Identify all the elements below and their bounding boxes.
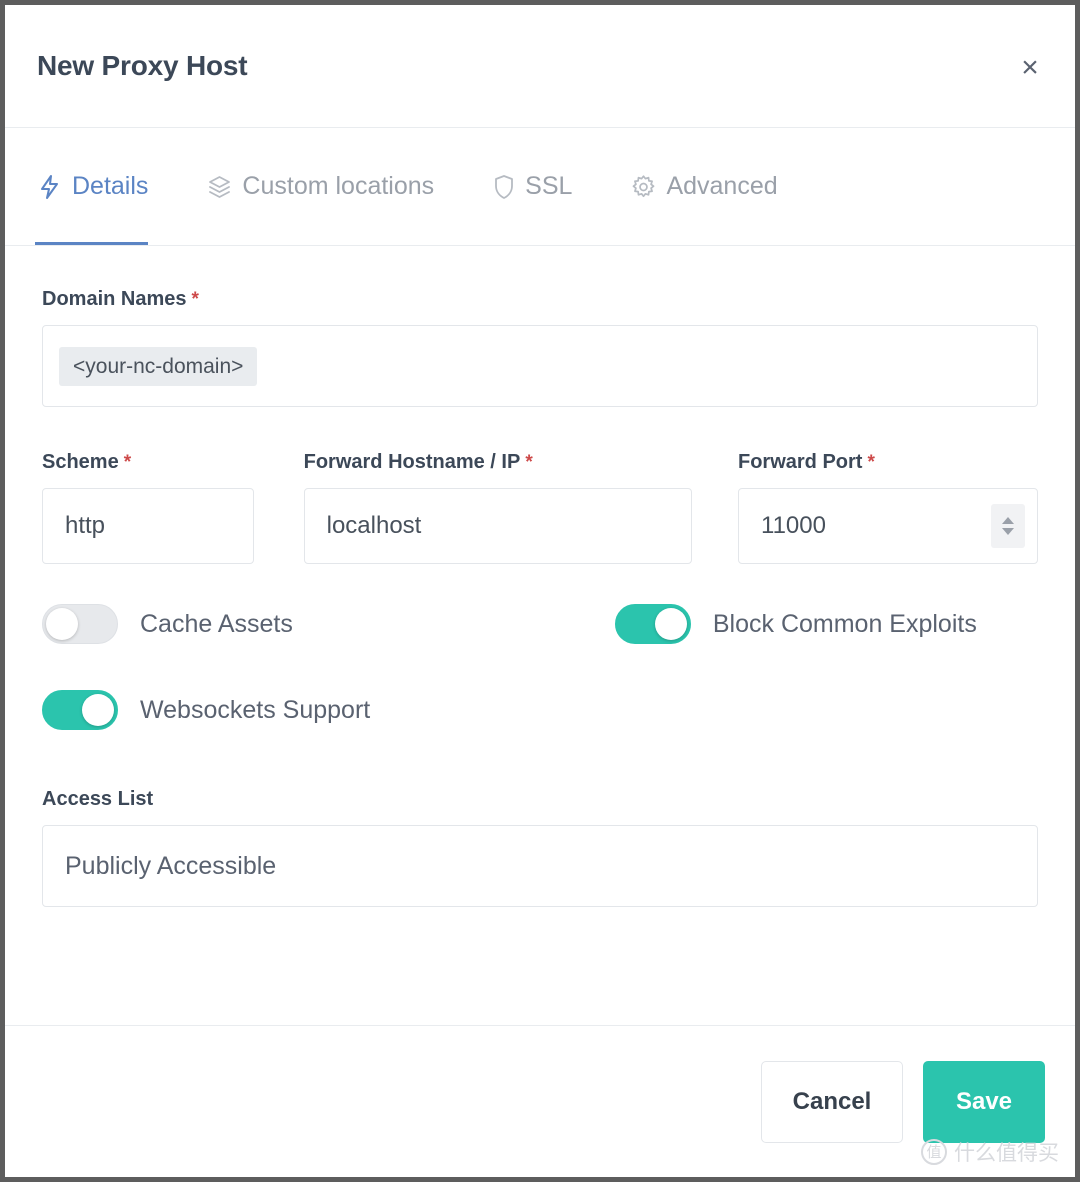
required-asterisk: * (867, 452, 875, 473)
scheme-label: Scheme * (42, 451, 304, 474)
field-forward-hostname: Forward Hostname / IP * localhost (303, 451, 738, 564)
number-stepper[interactable] (991, 504, 1025, 548)
toggle-group: Cache Assets Block Common Exploits Webso… (42, 604, 1038, 730)
chevron-up-icon[interactable] (1002, 517, 1014, 524)
chevron-down-icon[interactable] (1002, 528, 1014, 535)
toggle-row-1: Cache Assets Block Common Exploits (42, 604, 1038, 644)
layers-icon (207, 174, 232, 200)
tab-custom-locations-label: Custom locations (242, 172, 435, 200)
access-list-label-text: Access List (42, 788, 154, 810)
field-access-list: Access List Publicly Accessible (42, 788, 1038, 907)
field-domain-names: Domain Names * <your-nc-domain> (42, 288, 1038, 407)
block-common-exploits-label: Block Common Exploits (712, 609, 977, 638)
forward-port-label-text: Forward Port (738, 451, 863, 473)
tab-custom-locations[interactable]: Custom locations (204, 128, 462, 245)
tab-details[interactable]: Details (35, 128, 176, 245)
modal-header: New Proxy Host × (5, 5, 1075, 128)
forward-port-label: Forward Port * (738, 451, 1038, 474)
toggle-websockets-support[interactable]: Websockets Support (42, 690, 370, 730)
scheme-value: http (65, 512, 106, 539)
required-asterisk: * (123, 452, 132, 473)
page-title: New Proxy Host (37, 50, 248, 81)
switch-knob (46, 608, 78, 640)
domain-tag[interactable]: <your-nc-domain> (59, 346, 258, 386)
tab-advanced[interactable]: Advanced (628, 128, 805, 245)
toggle-block-common-exploits[interactable]: Block Common Exploits (614, 604, 977, 644)
access-list-value: Publicly Accessible (65, 851, 277, 880)
toggle-cache-assets[interactable]: Cache Assets (42, 604, 293, 644)
required-asterisk: * (191, 289, 199, 310)
modal-footer: Cancel Save (5, 1025, 1075, 1177)
forward-hostname-input[interactable]: localhost (303, 488, 692, 564)
bolt-icon (38, 174, 62, 200)
cancel-button[interactable]: Cancel (761, 1060, 903, 1143)
save-button[interactable]: Save (923, 1060, 1045, 1143)
proxy-host-modal: New Proxy Host × Details Custom location… (0, 0, 1080, 1182)
forward-hostname-label-text: Forward Hostname / IP (303, 451, 521, 473)
field-scheme: Scheme * http (42, 451, 304, 564)
tab-bar: Details Custom locations SSL Advanced (5, 128, 1075, 246)
tab-details-label: Details (72, 172, 149, 200)
modal-body: Domain Names * <your-nc-domain> Scheme *… (5, 246, 1075, 1029)
forward-port-value: 11000 (761, 512, 826, 539)
cache-assets-switch[interactable] (42, 604, 118, 644)
forward-port-input[interactable]: 11000 (738, 488, 1038, 564)
block-common-exploits-switch[interactable] (614, 604, 691, 644)
forward-settings-row: Scheme * http Forward Hostname / IP * lo… (42, 451, 1038, 564)
switch-knob (654, 608, 687, 640)
forward-hostname-label: Forward Hostname / IP * (304, 451, 738, 474)
access-list-label: Access List (42, 788, 1038, 811)
access-list-select[interactable]: Publicly Accessible (42, 825, 1038, 907)
gear-icon (631, 174, 656, 200)
domain-names-input[interactable]: <your-nc-domain> (42, 325, 1038, 407)
domain-names-label: Domain Names * (42, 288, 1038, 311)
field-forward-port: Forward Port * 11000 (738, 451, 1038, 564)
shield-icon (493, 174, 515, 200)
tab-active-underline (35, 242, 149, 245)
domain-names-label-text: Domain Names (42, 288, 187, 310)
forward-hostname-value: localhost (326, 512, 422, 539)
toggle-row-2: Websockets Support (42, 690, 1038, 730)
tab-ssl[interactable]: SSL (490, 128, 600, 245)
cache-assets-label: Cache Assets (140, 609, 293, 638)
required-asterisk: * (525, 452, 533, 473)
tab-advanced-label: Advanced (666, 172, 778, 200)
websockets-support-label: Websockets Support (140, 695, 371, 724)
switch-knob (82, 694, 114, 726)
websockets-support-switch[interactable] (42, 690, 118, 730)
tab-ssl-label: SSL (525, 172, 573, 200)
scheme-label-text: Scheme (42, 451, 119, 473)
close-icon[interactable]: × (1013, 51, 1047, 85)
scheme-select[interactable]: http (42, 488, 254, 564)
